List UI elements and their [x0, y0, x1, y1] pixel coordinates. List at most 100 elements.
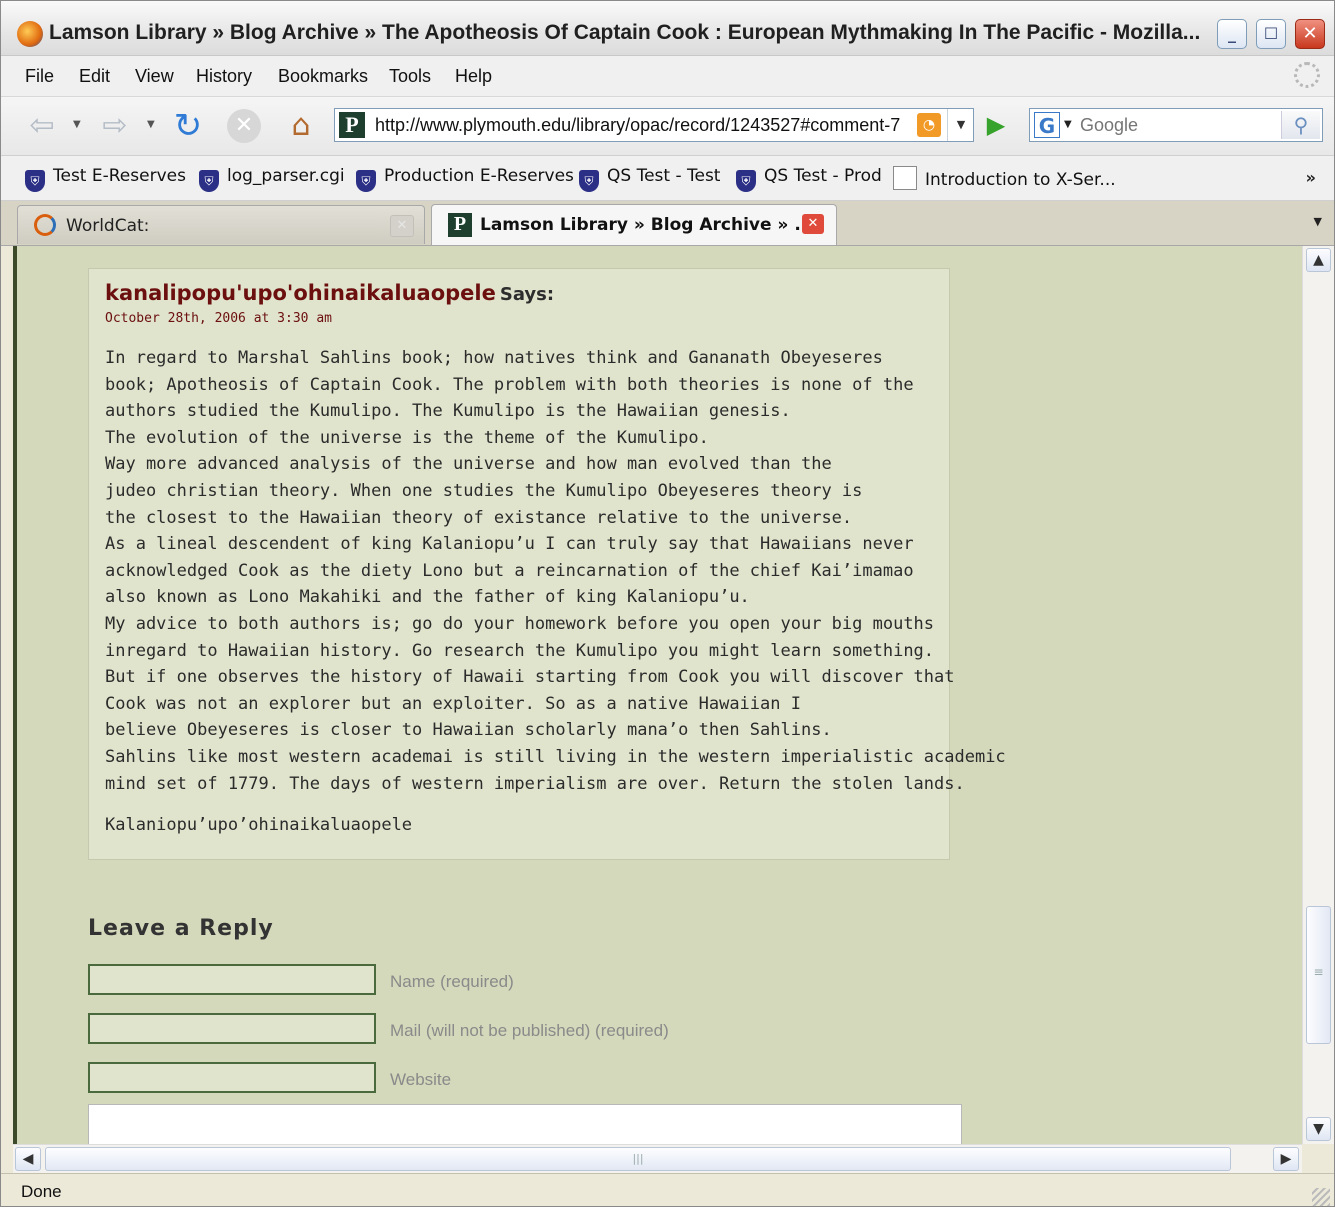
- bookmark-label: QS Test - Test: [607, 166, 721, 186]
- bookmark-label: Production E-Reserves: [384, 166, 574, 186]
- bookmark-label: log_parser.cgi: [227, 166, 345, 186]
- menu-help[interactable]: Help: [455, 66, 492, 87]
- comment-line: authors studied the Kumulipo. The Kumuli…: [105, 401, 791, 422]
- search-engine-dropdown-icon[interactable]: ▼: [1064, 119, 1072, 130]
- activity-throbber-icon: [1294, 62, 1320, 88]
- url-text[interactable]: http://www.plymouth.edu/library/opac/rec…: [375, 115, 915, 136]
- comment-line: judeo christian theory. When one studies…: [105, 480, 863, 501]
- bookmark-label: Introduction to X-Ser...: [925, 170, 1116, 190]
- page-content: kanalipopu'upo'ohinaikaluaopele Says: Oct…: [13, 246, 1302, 1144]
- reload-icon[interactable]: ↻: [169, 107, 207, 145]
- go-button[interactable]: ▶: [979, 108, 1013, 142]
- stop-icon[interactable]: ✕: [227, 109, 261, 143]
- menu-edit[interactable]: Edit: [79, 66, 110, 87]
- minimize-button[interactable]: _: [1217, 19, 1247, 49]
- back-history-dropdown-icon[interactable]: ▼: [73, 119, 81, 130]
- comment-date[interactable]: October 28th, 2006 at 3:30 am: [105, 311, 332, 326]
- shield-icon: ⛨: [579, 170, 599, 192]
- comment-line: Way more advanced analysis of the univer…: [105, 454, 832, 475]
- rss-feed-icon[interactable]: ◔: [917, 113, 941, 137]
- menu-history[interactable]: History: [196, 66, 252, 87]
- search-bar: G ▼ ⚲: [1029, 108, 1323, 142]
- comment-textarea[interactable]: [88, 1104, 962, 1144]
- tab-label: WorldCat:: [66, 216, 150, 236]
- bookmark-log-parser[interactable]: ⛨ log_parser.cgi: [199, 166, 345, 192]
- bookmark-qs-test-test[interactable]: ⛨ QS Test - Test: [579, 166, 721, 192]
- reply-heading: Leave a Reply: [88, 916, 274, 941]
- vertical-scrollbar[interactable]: ▲ ≡ ▼: [1302, 246, 1334, 1144]
- comment-signature: Kalaniopu’upo’ohinaikaluaopele: [105, 815, 413, 835]
- page-icon: [893, 166, 917, 190]
- search-button[interactable]: ⚲: [1281, 111, 1320, 139]
- window-title: Lamson Library » Blog Archive » The Apot…: [49, 21, 1201, 44]
- comment-line: But if one observes the history of Hawai…: [105, 667, 955, 688]
- vertical-scroll-thumb[interactable]: ≡: [1306, 906, 1331, 1044]
- tab-bar: WorldCat: ✕ P Lamson Library » Blog Arch…: [1, 201, 1334, 246]
- close-window-button[interactable]: ✕: [1295, 19, 1325, 49]
- browser-window: Lamson Library » Blog Archive » The Apot…: [0, 0, 1335, 1207]
- tab-list-dropdown-icon[interactable]: ▼: [1314, 215, 1322, 228]
- comment-line: The evolution of the universe is the the…: [105, 427, 709, 448]
- scroll-up-icon[interactable]: ▲: [1306, 248, 1331, 272]
- title-bar[interactable]: Lamson Library » Blog Archive » The Apot…: [1, 1, 1334, 56]
- comment-says: Says:: [499, 284, 555, 305]
- shield-icon: ⛨: [199, 170, 219, 192]
- tab-close-icon[interactable]: ✕: [390, 215, 414, 237]
- search-input[interactable]: [1080, 115, 1280, 136]
- comment-author-name[interactable]: kanalipopu'upo'ohinaikaluaopele: [105, 281, 496, 305]
- email-field[interactable]: [88, 1013, 376, 1044]
- tab-worldcat[interactable]: WorldCat: ✕: [17, 205, 425, 244]
- site-favicon-icon: P: [448, 213, 472, 237]
- comment-line: Cook was not an explorer but an exploite…: [105, 693, 801, 714]
- url-history-dropdown-icon[interactable]: ▼: [947, 109, 974, 141]
- website-field[interactable]: [88, 1062, 376, 1093]
- name-field[interactable]: [88, 964, 376, 995]
- maximize-button[interactable]: ☐: [1256, 19, 1286, 49]
- shield-icon: ⛨: [736, 170, 756, 192]
- menu-view[interactable]: View: [135, 66, 174, 87]
- bookmark-qs-test-prod[interactable]: ⛨ QS Test - Prod: [736, 166, 882, 192]
- forward-history-dropdown-icon[interactable]: ▼: [147, 119, 155, 130]
- comment-body: In regard to Marshal Sahlins book; how n…: [105, 345, 1006, 797]
- bookmark-test-e-reserves[interactable]: ⛨ Test E-Reserves: [25, 166, 186, 192]
- resize-grip-icon[interactable]: [1312, 1188, 1330, 1206]
- comment-line: the closest to the Hawaiian theory of ex…: [105, 507, 853, 528]
- bookmark-introduction-x-ser[interactable]: Introduction to X-Ser...: [893, 166, 1116, 190]
- home-icon[interactable]: ⌂: [282, 107, 320, 145]
- scroll-left-icon[interactable]: ◀: [15, 1147, 41, 1171]
- bookmark-production-e-reserves[interactable]: ⛨ Production E-Reserves: [356, 166, 574, 192]
- comment-line: also known as Lono Makahiki and the fath…: [105, 587, 750, 608]
- comment-line: As a lineal descendent of king Kalaniopu…: [105, 534, 914, 555]
- bookmark-label: Test E-Reserves: [53, 166, 186, 186]
- menu-tools[interactable]: Tools: [389, 66, 431, 87]
- shield-icon: ⛨: [25, 170, 45, 192]
- email-field-label: Mail (will not be published) (required): [390, 1021, 669, 1040]
- comment-line: inregard to Hawaiian history. Go researc…: [105, 640, 935, 661]
- horizontal-scrollbar[interactable]: ◀ ||| ▶: [13, 1144, 1302, 1173]
- bookmarks-overflow-icon[interactable]: »: [1306, 168, 1316, 187]
- forward-icon[interactable]: ⇨: [96, 107, 134, 145]
- tab-lamson-library[interactable]: P Lamson Library » Blog Archive » ... ✕: [431, 204, 837, 245]
- search-engine-icon[interactable]: G: [1034, 112, 1060, 138]
- scroll-right-icon[interactable]: ▶: [1273, 1147, 1299, 1171]
- comment: kanalipopu'upo'ohinaikaluaopele Says: Oct…: [88, 268, 1006, 860]
- menu-bookmarks[interactable]: Bookmarks: [278, 66, 368, 87]
- status-text: Done: [21, 1182, 62, 1201]
- scrollbar-corner: [1302, 1144, 1334, 1172]
- comment-line: book; Apotheosis of Captain Cook. The pr…: [105, 374, 914, 395]
- tab-label: Lamson Library » Blog Archive » ...: [480, 215, 814, 235]
- website-field-label: Website: [390, 1070, 452, 1089]
- menu-file[interactable]: File: [25, 66, 54, 87]
- url-bar[interactable]: P http://www.plymouth.edu/library/opac/r…: [334, 108, 974, 142]
- back-icon[interactable]: ⇦: [23, 107, 61, 145]
- bookmarks-toolbar: ⛨ Test E-Reserves ⛨ log_parser.cgi ⛨ Produc…: [1, 156, 1334, 201]
- scroll-down-icon[interactable]: ▼: [1306, 1117, 1331, 1141]
- comment-line: acknowledged Cook as the diety Lono but …: [105, 560, 914, 581]
- horizontal-scroll-thumb[interactable]: |||: [45, 1147, 1231, 1171]
- navigation-toolbar: ⇦ ▼ ⇨ ▼ ↻ ✕ ⌂ P http://www.plymouth.edu/…: [1, 97, 1334, 156]
- comment-author: kanalipopu'upo'ohinaikaluaopele Says:: [105, 281, 554, 305]
- firefox-icon: [17, 21, 43, 47]
- tab-close-icon[interactable]: ✕: [802, 214, 824, 234]
- comment-line: believe Obeyeseres is closer to Hawaiian…: [105, 720, 832, 741]
- comment-line: My advice to both authors is; go do your…: [105, 613, 935, 634]
